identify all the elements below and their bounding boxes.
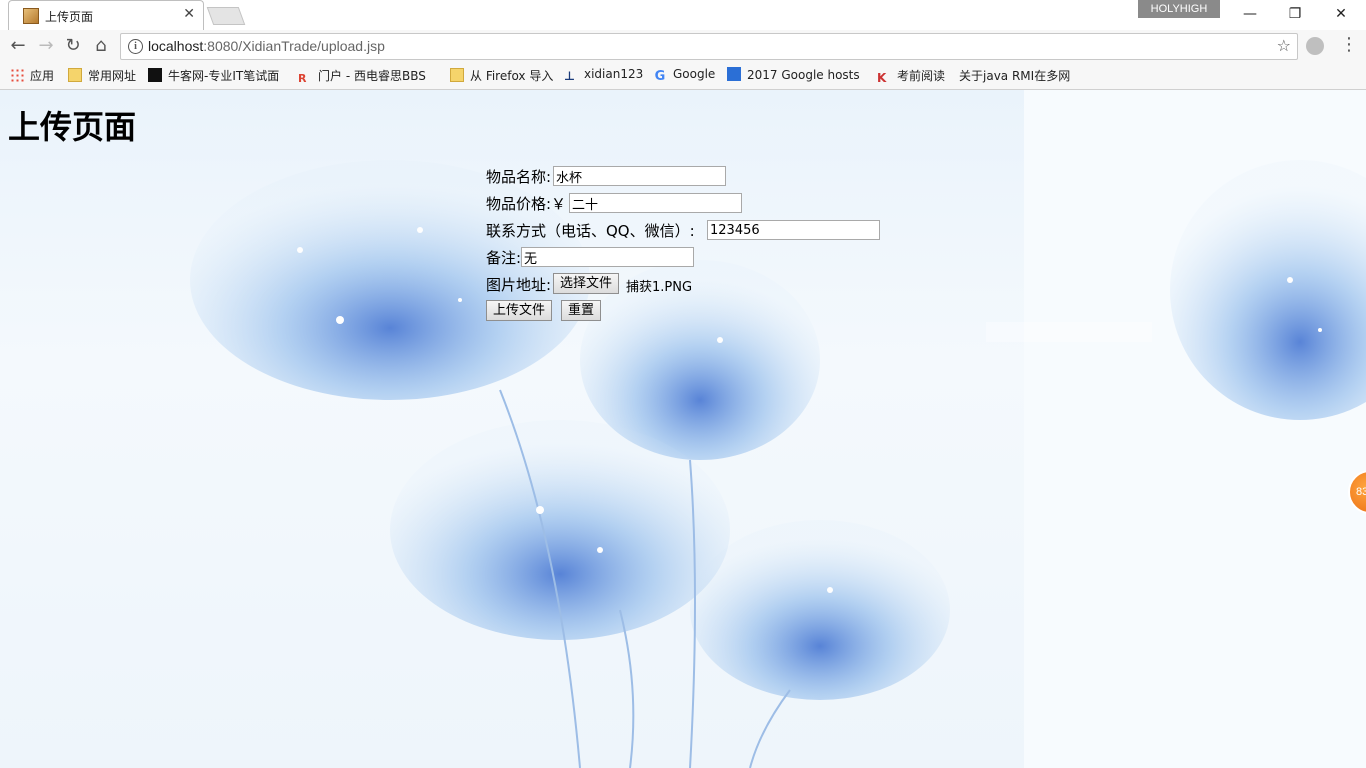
hosts-icon [727,67,741,81]
google-icon: G [654,69,666,84]
home-icon[interactable]: ⌂ [91,36,111,56]
item-price-label: 物品价格:￥ [486,195,567,213]
page-title: 上传页面 [8,108,137,146]
bookmark-firefox-import[interactable]: 从 Firefox 导入 [450,67,553,85]
forward-arrow-icon[interactable]: → [36,36,56,56]
chosen-file-name: 捕获1.PNG [626,280,693,295]
bookmark-google-hosts[interactable]: 2017 Google hosts [727,67,865,85]
xidian-icon: ⊥ [564,69,575,83]
upload-submit-button[interactable]: 上传文件 [486,300,553,321]
browser-menu-icon[interactable]: ⋮ [1340,35,1358,55]
choose-file-button[interactable]: 选择文件 [553,273,620,294]
note-label: 备注: [486,249,522,267]
url-text: localhost:8080/XidianTrade/upload.jsp [148,38,385,54]
new-tab-button[interactable] [206,7,246,25]
image-label: 图片地址: [486,276,552,294]
bookmark-star-icon[interactable]: ☆ [1277,36,1291,55]
nowcoder-icon [148,68,162,82]
bookmark-nowcoder[interactable]: 牛客网-专业IT笔试面 [148,67,288,85]
browser-title-bar: 上传页面 ✕ HOLYHIGH — ❐ ✕ [0,0,1366,31]
page-content: 上传页面 物品名称: 物品价格:￥ 联系方式（电话、QQ、微信）: 备注: 图片… [0,90,1366,768]
faint-background-label [986,322,1152,342]
bookmark-exam-reading[interactable]: K 考前阅读 [877,67,945,85]
item-name-label: 物品名称: [486,168,552,186]
bookmarks-bar: 应用 常用网址 牛客网-专业IT笔试面 R 门户 - 西电睿思BBS 从 Fire… [0,62,1366,90]
bookmark-apps[interactable]: 应用 [10,67,54,85]
address-bar[interactable]: i localhost:8080/XidianTrade/upload.jsp … [120,33,1298,60]
browser-tab[interactable]: 上传页面 ✕ [8,0,204,30]
bookmark-java-rmi[interactable]: 关于java RMI在多网 [959,67,1095,85]
tab-close-icon[interactable]: ✕ [183,6,195,22]
folder-icon [450,68,464,82]
page-favicon-icon [23,8,39,24]
rs-icon: R [298,72,307,85]
bookmark-rs-bbs[interactable]: R 门户 - 西电睿思BBS [298,67,438,85]
restore-icon[interactable]: ❐ [1272,0,1318,28]
back-arrow-icon[interactable]: ← [8,36,28,56]
bookmark-common-sites[interactable]: 常用网址 [68,67,136,85]
item-name-input[interactable] [553,166,726,186]
browser-toolbar: ← → ↻ ⌂ i localhost:8080/XidianTrade/upl… [0,30,1366,62]
bookmark-google[interactable]: G Google [653,67,716,85]
minimize-icon[interactable]: — [1227,0,1273,28]
extension-icon[interactable] [1306,37,1324,55]
reset-button[interactable]: 重置 [561,300,602,321]
note-input[interactable] [521,247,694,267]
reading-icon: K [877,71,887,85]
site-info-icon[interactable]: i [128,39,143,54]
reload-icon[interactable]: ↻ [63,36,83,56]
contact-input[interactable] [707,220,880,240]
folder-icon [68,68,82,82]
item-price-input[interactable] [569,193,742,213]
contact-label: 联系方式（电话、QQ、微信）: [486,222,695,240]
flower-background-image [190,160,1366,768]
profile-name-badge[interactable]: HOLYHIGH [1138,0,1220,18]
apps-icon [10,68,24,82]
window-close-icon[interactable]: ✕ [1318,0,1364,28]
bookmark-xidian123[interactable]: ⊥ xidian123 [564,67,643,85]
tab-title: 上传页面 [45,10,94,24]
